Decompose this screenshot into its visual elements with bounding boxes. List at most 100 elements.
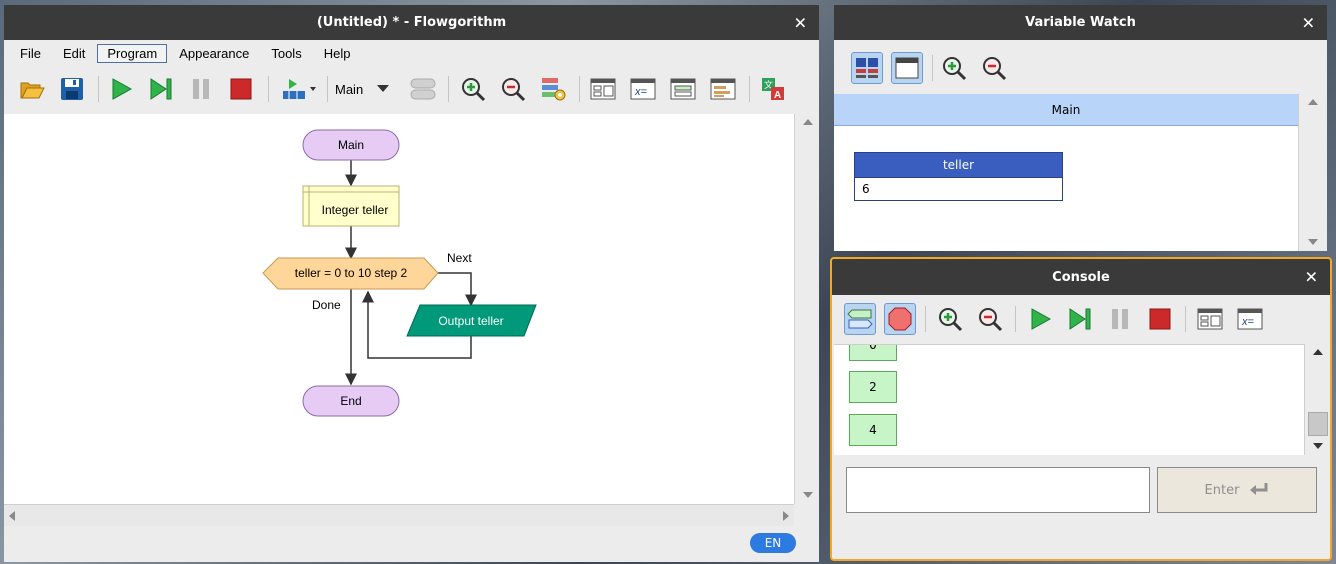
pause-icon[interactable] xyxy=(1104,303,1136,335)
console-chat-icon[interactable] xyxy=(844,303,876,335)
flowchart-canvas[interactable]: Main Integer teller teller = 0 to 10 ste… xyxy=(4,114,794,504)
console-message: 2 xyxy=(849,371,897,403)
console-titlebar[interactable]: Console ✕ xyxy=(832,259,1330,295)
flowchart-start[interactable]: Main xyxy=(302,129,400,161)
step-icon[interactable] xyxy=(145,73,177,105)
toolbar-separator xyxy=(1185,306,1186,332)
toolbar-separator xyxy=(925,306,926,332)
zoom-in-icon[interactable] xyxy=(934,303,966,335)
scroll-up-icon[interactable] xyxy=(1313,349,1323,355)
scroll-down-icon[interactable] xyxy=(1308,239,1318,245)
open-icon[interactable] xyxy=(16,73,48,105)
main-toolbar: Main x= 文A xyxy=(4,69,819,109)
end-label: End xyxy=(340,394,361,408)
language-badge[interactable]: EN xyxy=(750,533,796,553)
zoom-in-icon[interactable] xyxy=(938,52,970,84)
watch-scrollbar[interactable] xyxy=(1298,94,1327,251)
variable-watch-window: Variable Watch ✕ Main teller 6 xyxy=(834,5,1327,251)
canvas-vertical-scrollbar[interactable] xyxy=(794,114,819,504)
close-icon[interactable]: ✕ xyxy=(794,13,807,32)
save-icon[interactable] xyxy=(56,73,88,105)
main-titlebar[interactable]: (Untitled) * - Flowgorithm ✕ xyxy=(4,5,819,40)
console-input[interactable] xyxy=(846,467,1150,513)
stop-icon[interactable] xyxy=(225,73,257,105)
variable-card: teller 6 xyxy=(854,152,1063,201)
scroll-down-icon[interactable] xyxy=(803,492,813,498)
for-label: teller = 0 to 10 step 2 xyxy=(295,266,408,280)
variable-icon[interactable]: x= xyxy=(1234,303,1266,335)
toolbar-separator xyxy=(448,76,449,102)
run-icon[interactable] xyxy=(105,73,137,105)
enter-button-label: Enter xyxy=(1204,482,1240,498)
console-message-text: 4 xyxy=(869,423,877,437)
watch-layout-icon[interactable] xyxy=(851,52,883,84)
done-label: Done xyxy=(312,298,341,312)
window-title: (Untitled) * - Flowgorithm xyxy=(316,15,507,30)
menu-appearance[interactable]: Appearance xyxy=(169,44,259,63)
console-icon[interactable] xyxy=(667,73,699,105)
watch-section-header: Main xyxy=(834,94,1298,126)
menu-bar: File Edit Program Appearance Tools Help xyxy=(4,42,819,64)
source-icon[interactable] xyxy=(707,73,739,105)
console-title: Console xyxy=(1052,269,1110,285)
console-message: 4 xyxy=(849,414,897,446)
console-stop-sign-icon[interactable] xyxy=(884,303,916,335)
menu-program[interactable]: Program xyxy=(97,43,168,63)
menu-file[interactable]: File xyxy=(10,44,51,63)
layout-icon[interactable] xyxy=(277,73,321,105)
flowchart-end[interactable]: End xyxy=(302,385,400,417)
zoom-out-icon[interactable] xyxy=(974,303,1006,335)
console-message-text: 2 xyxy=(869,380,877,394)
zoom-out-icon[interactable] xyxy=(978,52,1010,84)
chevron-down-icon xyxy=(377,85,390,92)
variable-icon[interactable]: x= xyxy=(627,73,659,105)
flowchart-output[interactable]: Output teller xyxy=(406,304,537,337)
start-label: Main xyxy=(338,138,364,152)
watch-window-icon[interactable] xyxy=(891,52,923,84)
console-window: Console ✕ x= 0 2 4 Enter xyxy=(830,257,1332,561)
scroll-thumb[interactable] xyxy=(1308,412,1328,436)
flowgorithm-window: (Untitled) * - Flowgorithm ✕ File Edit P… xyxy=(4,5,819,562)
close-icon[interactable]: ✕ xyxy=(1302,13,1315,32)
scroll-left-icon[interactable] xyxy=(9,511,15,521)
enter-button[interactable]: Enter xyxy=(1157,467,1317,513)
stop-icon[interactable] xyxy=(1144,303,1176,335)
toolbar-separator xyxy=(749,76,750,102)
menu-help[interactable]: Help xyxy=(314,44,361,63)
run-icon[interactable] xyxy=(1024,303,1056,335)
zoom-out-icon[interactable] xyxy=(497,73,529,105)
step-icon[interactable] xyxy=(1064,303,1096,335)
console-scrollbar[interactable] xyxy=(1304,344,1330,455)
flowchart-for-loop[interactable]: teller = 0 to 10 step 2 xyxy=(262,257,439,290)
toolbar-separator xyxy=(98,76,99,102)
flowchart: Main Integer teller teller = 0 to 10 ste… xyxy=(262,129,537,417)
pause-icon[interactable] xyxy=(185,73,217,105)
translate-icon[interactable]: 文A xyxy=(757,73,789,105)
canvas-horizontal-scrollbar[interactable] xyxy=(4,504,794,526)
menu-tools[interactable]: Tools xyxy=(261,44,311,63)
menu-edit[interactable]: Edit xyxy=(53,44,95,63)
style-icon[interactable] xyxy=(537,73,569,105)
scroll-right-icon[interactable] xyxy=(783,511,789,521)
watch-icon[interactable] xyxy=(587,73,619,105)
watch-titlebar[interactable]: Variable Watch ✕ xyxy=(834,5,1327,40)
watch-icon[interactable] xyxy=(1194,303,1226,335)
console-message: 0 xyxy=(849,345,897,361)
toolbar-separator xyxy=(327,76,328,102)
zoom-in-icon[interactable] xyxy=(457,73,489,105)
svg-text:x=: x= xyxy=(634,86,648,98)
toolbar-separator xyxy=(1015,306,1016,332)
scroll-up-icon[interactable] xyxy=(1308,99,1318,105)
scroll-up-icon[interactable] xyxy=(803,119,813,125)
variable-name: teller xyxy=(855,153,1062,177)
function-select[interactable]: Main xyxy=(335,78,397,100)
toggle-shape-icon[interactable] xyxy=(407,73,439,105)
output-label: Output teller xyxy=(438,314,503,328)
scroll-down-icon[interactable] xyxy=(1313,443,1323,449)
close-icon[interactable]: ✕ xyxy=(1305,268,1318,287)
return-arrow-icon xyxy=(1250,483,1268,495)
console-output: 0 2 4 xyxy=(834,344,1304,455)
flowchart-declare[interactable]: Integer teller xyxy=(302,185,400,227)
svg-text:x=: x= xyxy=(1241,316,1255,328)
function-select-value: Main xyxy=(335,81,364,97)
